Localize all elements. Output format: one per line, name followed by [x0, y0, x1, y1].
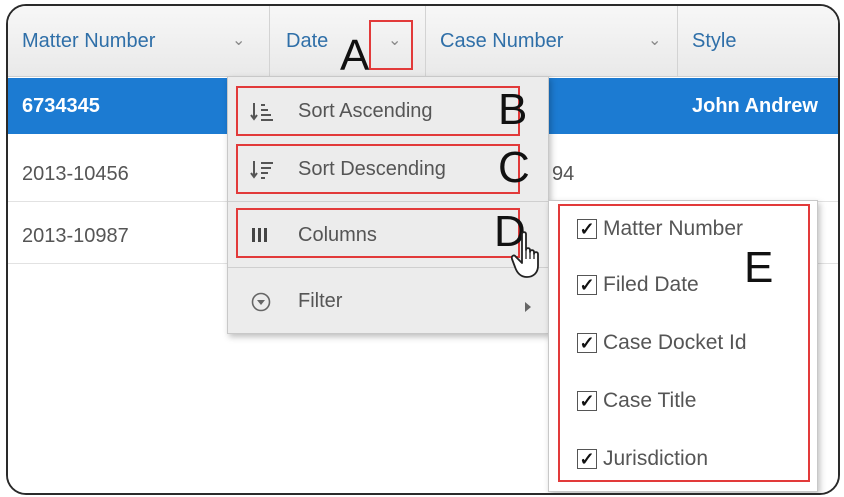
menu-item-filter[interactable]: Filter — [228, 273, 548, 329]
callout-letter-b: B — [498, 85, 528, 134]
matter-number-cell: 2013-10456 — [22, 163, 129, 185]
matter-number-cell: 6734345 — [22, 95, 100, 117]
column-header-label: Date — [286, 30, 329, 52]
column-header-case-number[interactable]: Case Number ⌄ — [426, 6, 678, 76]
callout-box-c — [236, 144, 520, 194]
column-header-label: Matter Number — [22, 30, 156, 52]
callout-box-b — [236, 86, 520, 136]
menu-item-label: Filter — [298, 290, 343, 312]
filter-icon — [250, 291, 272, 319]
menu-divider — [228, 201, 548, 202]
style-cell: John Andrew — [692, 95, 818, 117]
callout-letter-e: E — [744, 243, 774, 292]
grid-header: Matter Number ⌄ Date ⌄ Case Number ⌄ Sty… — [8, 6, 838, 77]
column-header-label: Case Number — [440, 30, 564, 52]
menu-divider — [228, 267, 548, 268]
callout-box-d — [236, 208, 520, 258]
data-grid: Matter Number ⌄ Date ⌄ Case Number ⌄ Sty… — [8, 6, 838, 493]
callout-box-a — [369, 20, 413, 70]
chevron-down-icon[interactable]: ⌄ — [648, 6, 661, 76]
case-number-cell: 94 — [552, 163, 575, 185]
column-header-matter-number[interactable]: Matter Number ⌄ — [8, 6, 270, 76]
submenu-arrow-icon — [524, 295, 532, 318]
callout-letter-c: C — [498, 143, 530, 192]
column-header-label: Style — [692, 30, 737, 52]
matter-number-cell: 2013-10987 — [22, 225, 129, 247]
column-header-style[interactable]: Style — [678, 6, 838, 76]
chevron-down-icon[interactable]: ⌄ — [232, 6, 245, 76]
screenshot-frame: Matter Number ⌄ Date ⌄ Case Number ⌄ Sty… — [6, 4, 840, 495]
callout-letter-a: A — [340, 31, 370, 80]
hand-pointer-icon — [510, 230, 545, 280]
